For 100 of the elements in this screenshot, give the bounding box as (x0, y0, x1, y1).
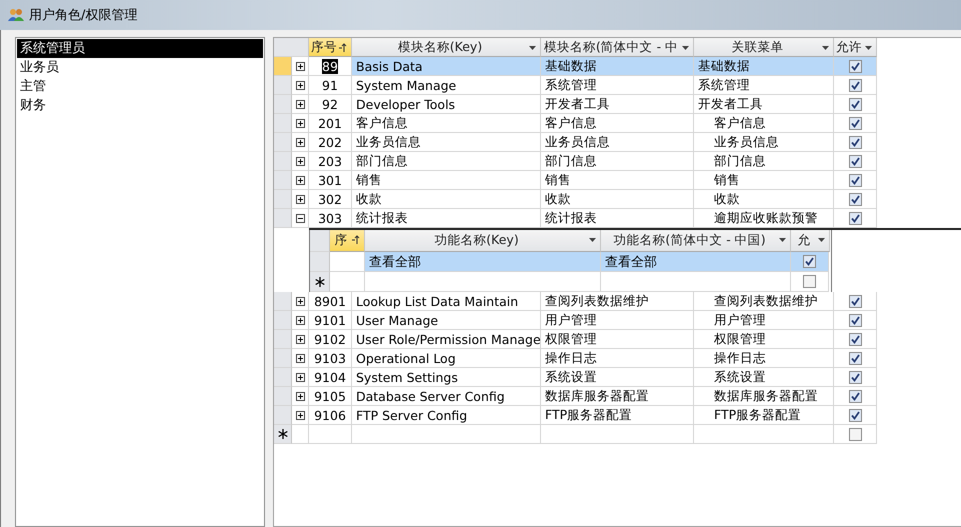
table-cell: 数据库服务器配置 (541, 387, 694, 406)
expand-icon[interactable] (296, 156, 304, 166)
table-cell: 基础数据 (541, 57, 694, 76)
collapse-icon[interactable] (296, 214, 304, 222)
table-cell: 收款 (541, 190, 694, 209)
table-cell: 销售 (541, 171, 694, 190)
checkbox[interactable] (848, 116, 862, 130)
table-cell: 9101 (309, 311, 352, 330)
table-cell: 302 (309, 190, 352, 209)
table-cell: 权限管理 (694, 330, 834, 349)
table-cell: 用户管理 (694, 311, 834, 330)
table-cell: 系统管理 (694, 76, 834, 95)
column-header[interactable]: 允许 (834, 38, 877, 57)
table-cell: 收款 (694, 190, 834, 209)
caret-icon (818, 238, 825, 242)
table-cell: Basis Data (352, 57, 541, 76)
checkbox[interactable] (848, 332, 862, 346)
checkbox[interactable] (848, 154, 862, 168)
table-cell: 301 (309, 171, 352, 190)
checkbox[interactable] (848, 370, 862, 384)
expand-icon[interactable] (296, 100, 304, 108)
checkbox[interactable] (848, 314, 862, 326)
checkbox[interactable] (848, 60, 862, 72)
table-cell: FTP服务器配置 (694, 406, 834, 425)
empty-cell[interactable] (352, 425, 541, 444)
table-cell: 部门信息 (541, 152, 694, 171)
expand-icon[interactable] (296, 138, 304, 146)
empty-cell[interactable] (309, 425, 352, 444)
table-cell: 91 (309, 76, 352, 95)
expand-icon[interactable] (296, 410, 304, 420)
expand-icon[interactable] (296, 372, 304, 382)
checkbox[interactable] (848, 192, 862, 206)
table-cell: 9102 (309, 330, 352, 349)
table-cell: 部门信息 (352, 152, 541, 171)
expand-icon[interactable] (296, 62, 304, 70)
table-cell: 数据库服务器配置 (694, 387, 834, 406)
column-header[interactable]: 功能名称(Key) (365, 230, 601, 252)
table-cell: FTP Server Config (352, 406, 541, 425)
checkbox[interactable] (848, 98, 862, 110)
table-cell: 客户信息 (541, 114, 694, 133)
column-header[interactable]: 允 (791, 230, 830, 252)
table-cell: 系统设置 (694, 368, 834, 387)
table-cell: 202 (309, 133, 352, 152)
table-cell: System Manage (352, 76, 541, 95)
table-cell: 8901 (309, 292, 352, 311)
expand-icon[interactable] (296, 118, 304, 128)
checkbox[interactable] (848, 78, 862, 92)
checkbox[interactable] (848, 212, 862, 224)
table-cell: 收款 (352, 190, 541, 209)
table-cell: 9104 (309, 368, 352, 387)
column-header[interactable]: 模块名称(简体中文 - 中 (541, 38, 694, 57)
expand-icon[interactable] (296, 80, 304, 90)
column-header[interactable]: 模块名称(Key) (352, 38, 541, 57)
column-header[interactable]: 序号 (309, 38, 352, 57)
table-cell: 查看全部 (601, 252, 791, 272)
checkbox[interactable] (848, 174, 862, 186)
table-cell: 统计报表 (541, 209, 694, 228)
table-cell: 开发者工具 (541, 95, 694, 114)
caret-icon (682, 46, 689, 50)
caret-icon (529, 46, 536, 50)
table-cell: 9103 (309, 349, 352, 368)
users-icon (8, 8, 24, 22)
empty-cell[interactable] (541, 425, 694, 444)
expand-icon[interactable] (296, 296, 304, 306)
expand-icon[interactable] (296, 392, 304, 400)
column-header[interactable]: 功能名称(简体中文 - 中国) (601, 230, 791, 252)
checkbox[interactable] (848, 428, 862, 440)
caret-icon (779, 238, 786, 242)
expand-icon[interactable] (296, 334, 304, 344)
table-cell: 89 (309, 57, 352, 76)
checkbox[interactable] (848, 390, 862, 402)
role-item[interactable]: 系统管理员 (17, 39, 263, 58)
checkbox[interactable] (803, 255, 816, 268)
table-cell: 用户管理 (541, 311, 694, 330)
table-cell: 系统设置 (541, 368, 694, 387)
table-cell: 系统管理 (541, 76, 694, 95)
checkbox[interactable] (848, 294, 862, 308)
table-cell: 操作日志 (541, 349, 694, 368)
table-cell: Database Server Config (352, 387, 541, 406)
table-cell: 203 (309, 152, 352, 171)
table-cell: 权限管理 (541, 330, 694, 349)
expand-icon[interactable] (296, 316, 304, 324)
checkbox[interactable] (803, 275, 816, 288)
table-cell: 查阅列表数据维护 (541, 292, 694, 311)
table-cell: 销售 (694, 171, 834, 190)
checkbox[interactable] (848, 352, 862, 364)
checkbox[interactable] (848, 136, 862, 148)
expand-icon[interactable] (296, 176, 304, 184)
table-cell: 部门信息 (694, 152, 834, 171)
column-header[interactable]: 关联菜单 (694, 38, 834, 57)
table-cell: 客户信息 (694, 114, 834, 133)
window-title: 用户角色/权限管理 (29, 7, 138, 24)
caret-icon (865, 46, 872, 50)
empty-cell[interactable] (694, 425, 834, 444)
caret-icon (822, 46, 829, 50)
column-header[interactable]: 序 (330, 230, 365, 252)
expand-icon[interactable] (296, 354, 304, 362)
expand-icon[interactable] (296, 194, 304, 204)
table-cell: 客户信息 (352, 114, 541, 133)
checkbox[interactable] (848, 408, 862, 422)
